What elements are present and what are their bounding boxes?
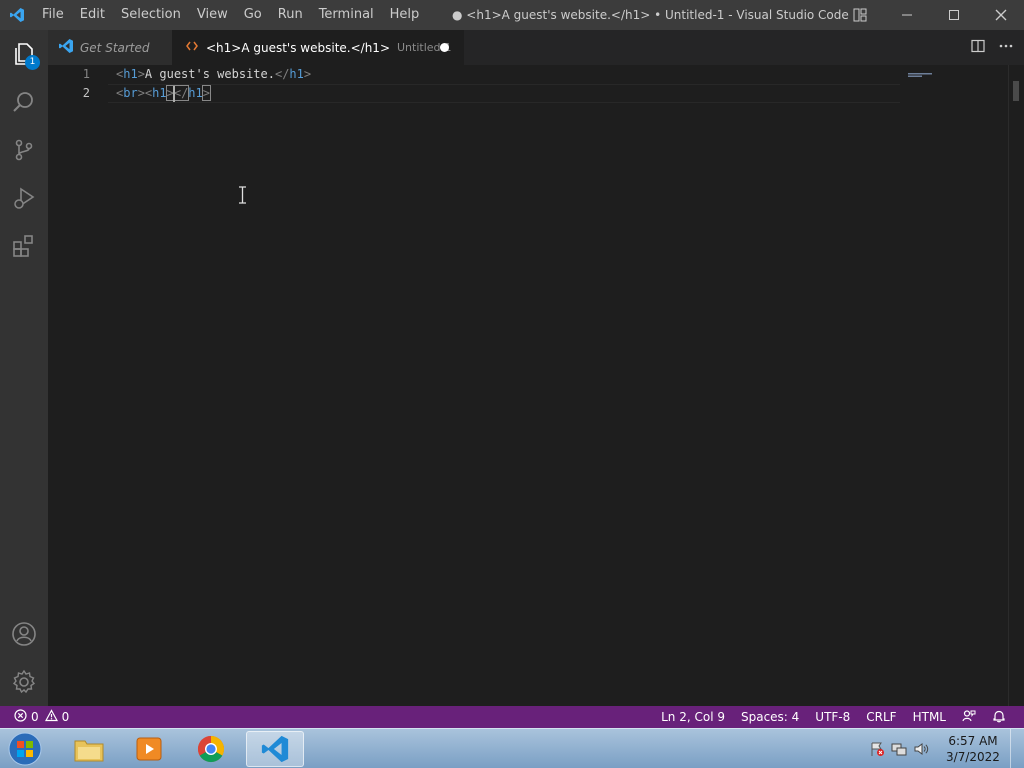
menu-terminal[interactable]: Terminal xyxy=(311,0,382,30)
vscode-logo-icon xyxy=(0,0,34,30)
menu-help[interactable]: Help xyxy=(382,0,428,30)
menu-bar: File Edit Selection View Go Run Terminal… xyxy=(34,0,427,30)
tab-bar: Get Started <h1>A guest's website.</h1> … xyxy=(48,30,1024,65)
menu-file[interactable]: File xyxy=(34,0,72,30)
status-bar: 0 0 Ln 2, Col 9 Spaces: 4 UTF-8 CRLF HTM… xyxy=(0,706,1024,728)
tag-name: h1 xyxy=(188,86,203,100)
tab-label: <h1>A guest's website.</h1> xyxy=(206,40,390,55)
language-mode[interactable]: HTML xyxy=(905,710,954,724)
menu-view[interactable]: View xyxy=(189,0,236,30)
error-icon xyxy=(14,709,27,725)
code-line-1[interactable]: <h1>A guest's website.</h1> xyxy=(116,65,311,84)
volume-icon[interactable] xyxy=(910,738,932,760)
vscode-icon[interactable] xyxy=(246,731,304,767)
matched-bracket: </ xyxy=(172,85,190,101)
clock-date: 3/7/2022 xyxy=(946,750,1000,764)
window-title: ● <h1>A guest's website.</h1> • Untitled… xyxy=(452,8,849,22)
error-count: 0 xyxy=(31,710,39,724)
explorer-badge: 1 xyxy=(25,55,40,70)
window-controls xyxy=(836,0,1024,30)
warning-count: 0 xyxy=(61,710,70,724)
warning-icon xyxy=(44,709,58,725)
tab-get-started[interactable]: Get Started xyxy=(48,30,172,65)
scrollbar-thumb[interactable] xyxy=(1013,81,1019,101)
indentation[interactable]: Spaces: 4 xyxy=(733,710,807,724)
menu-edit[interactable]: Edit xyxy=(72,0,113,30)
system-tray: 6:57 AM 3/7/2022 xyxy=(866,729,1024,768)
mouse-ibeam-cursor-icon xyxy=(238,186,247,208)
more-actions-icon[interactable] xyxy=(998,38,1014,58)
menu-selection[interactable]: Selection xyxy=(113,0,189,30)
files-icon[interactable]: 1 xyxy=(0,30,48,78)
tag-name: h1 xyxy=(289,67,304,81)
line-number: 1 xyxy=(82,67,90,81)
cursor-position[interactable]: Ln 2, Col 9 xyxy=(653,710,733,724)
tag-name: br xyxy=(123,86,138,100)
minimap[interactable] xyxy=(908,65,1008,77)
account-icon[interactable] xyxy=(0,610,48,658)
code-line-2[interactable]: <br><h1></h1> xyxy=(116,84,212,103)
tag-name: h1 xyxy=(123,67,138,81)
settings-gear-icon[interactable] xyxy=(0,658,48,706)
show-desktop-button[interactable] xyxy=(1010,729,1024,768)
matched-bracket: > xyxy=(201,85,212,101)
html-file-icon xyxy=(186,40,198,55)
text-cursor xyxy=(172,85,175,102)
activity-bar: 1 xyxy=(0,30,48,706)
tag-bracket: > xyxy=(303,67,312,81)
chrome-icon[interactable] xyxy=(182,731,240,767)
status-bar-right: Ln 2, Col 9 Spaces: 4 UTF-8 CRLF HTML xyxy=(653,706,1014,728)
line-number: 2 xyxy=(82,86,90,100)
search-icon[interactable] xyxy=(0,78,48,126)
source-control-icon[interactable] xyxy=(0,126,48,174)
problems-indicator[interactable]: 0 0 xyxy=(0,709,69,725)
current-line-highlight xyxy=(108,84,900,103)
media-player-icon[interactable] xyxy=(120,731,178,767)
action-center-flag-icon[interactable] xyxy=(866,738,888,760)
windows-taskbar: 6:57 AM 3/7/2022 xyxy=(0,728,1024,768)
end-of-line[interactable]: CRLF xyxy=(858,710,904,724)
tab-label: Get Started xyxy=(80,40,150,55)
tag-bracket: > xyxy=(137,86,145,100)
minimize-button[interactable] xyxy=(883,0,930,30)
feedback-icon[interactable] xyxy=(954,709,984,726)
notifications-bell-icon[interactable] xyxy=(984,709,1014,726)
tab-untitled-1[interactable]: <h1>A guest's website.</h1> Untitled-1 xyxy=(172,30,464,65)
vertical-scrollbar[interactable] xyxy=(1008,65,1024,706)
close-button[interactable] xyxy=(977,0,1024,30)
unsaved-dot-icon[interactable] xyxy=(440,43,449,52)
menu-run[interactable]: Run xyxy=(270,0,311,30)
tag-bracket: > xyxy=(137,67,145,81)
extensions-icon[interactable] xyxy=(0,222,48,270)
menu-go[interactable]: Go xyxy=(236,0,270,30)
tag-name: h1 xyxy=(152,86,167,100)
title-bar: File Edit Selection View Go Run Terminal… xyxy=(0,0,1024,30)
taskbar-clock[interactable]: 6:57 AM 3/7/2022 xyxy=(940,733,1006,765)
tag-bracket: </ xyxy=(274,67,290,81)
editor-actions xyxy=(970,30,1014,65)
encoding[interactable]: UTF-8 xyxy=(807,710,858,724)
maximize-button[interactable] xyxy=(930,0,977,30)
clock-time: 6:57 AM xyxy=(948,734,998,748)
start-button[interactable] xyxy=(6,731,44,767)
text-content: A guest's website. xyxy=(144,67,275,81)
vscode-logo-icon xyxy=(58,38,74,57)
run-debug-icon[interactable] xyxy=(0,174,48,222)
split-editor-icon[interactable] xyxy=(970,38,986,58)
customize-layout-icon[interactable] xyxy=(836,0,883,30)
network-icon[interactable] xyxy=(888,738,910,760)
file-explorer-icon[interactable] xyxy=(60,731,118,767)
code-editor[interactable]: 1 2 <h1>A guest's website.</h1> <br><h1>… xyxy=(48,65,1024,706)
